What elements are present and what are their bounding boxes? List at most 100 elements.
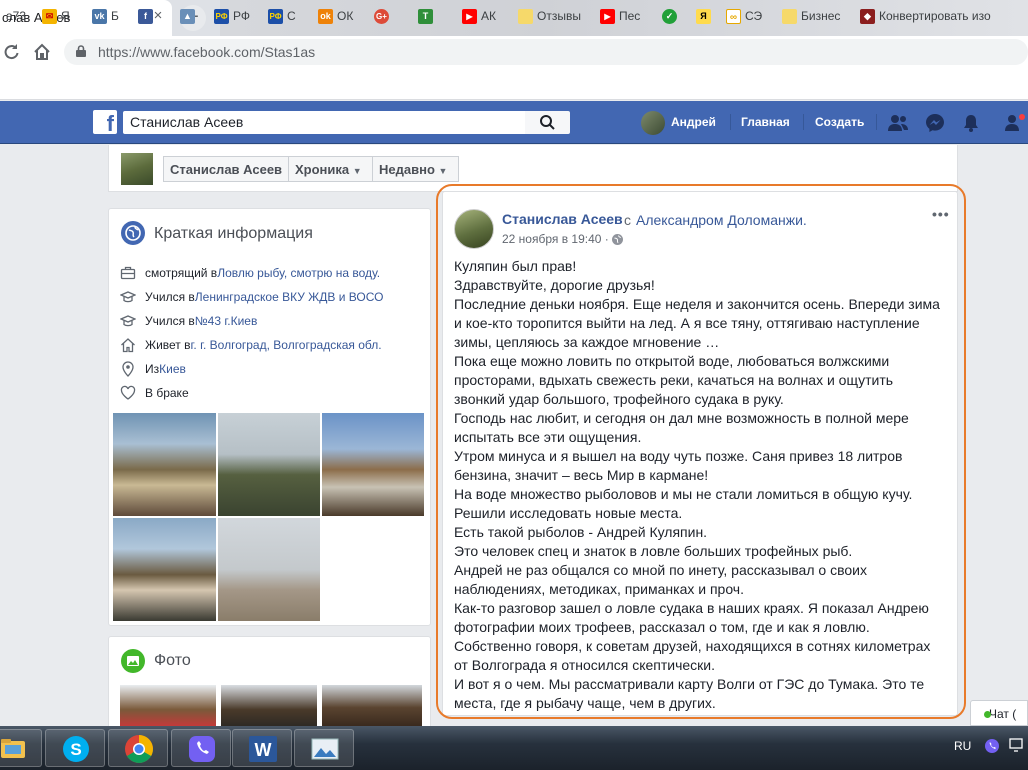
bookmark-item[interactable]: РФ РФ: [214, 8, 250, 24]
bookmark-item[interactable]: ▶ Пес: [600, 8, 640, 24]
briefcase-icon: [120, 266, 136, 280]
folder-icon: [782, 8, 797, 24]
city-link[interactable]: г. г. Волгоград, Волгоградская обл.: [191, 338, 382, 352]
word-button[interactable]: W: [232, 729, 292, 767]
featured-photo[interactable]: [218, 518, 320, 621]
work-link[interactable]: Ловлю рыбу, смотрю на воду.: [217, 266, 380, 280]
bookmark-item[interactable]: а73: [6, 8, 26, 24]
divider: [803, 114, 804, 130]
chevron-down-icon: ▼: [352, 166, 362, 176]
breadcrumb-profile-name[interactable]: Станислав Асеев: [163, 156, 289, 182]
word-icon: W: [249, 736, 277, 762]
bookmark-item[interactable]: Я: [696, 8, 711, 24]
folder-icon: [518, 8, 533, 24]
intro-row-education: Учился в Ленинградское ВКУ ЖДВ и ВОСО: [120, 288, 383, 306]
photo-icon: [121, 649, 145, 673]
network-tray-icon[interactable]: [1008, 736, 1026, 757]
youtube-icon: ▶: [462, 8, 477, 24]
photos-title: Фото: [154, 652, 191, 669]
bookmark-item[interactable]: ▲: [180, 8, 195, 24]
photo-thumbnail[interactable]: [221, 685, 317, 726]
bookmark-item[interactable]: Отзывы: [518, 8, 581, 24]
education-link[interactable]: №43 г.Киев: [195, 314, 258, 328]
folder-icon: [1, 739, 25, 758]
search-input[interactable]: Станислав Асеев: [123, 111, 525, 134]
t-icon: T: [418, 8, 433, 24]
ship-icon: ▲: [180, 8, 195, 24]
search-button[interactable]: [525, 111, 570, 134]
featured-photo[interactable]: [113, 518, 216, 621]
chat-label: Чат (: [989, 707, 1017, 721]
bookmark-item[interactable]: vk Б: [92, 8, 119, 24]
vk-icon: vk: [92, 8, 107, 24]
bookmark-item[interactable]: ◆ Конвертировать изо: [860, 8, 991, 24]
divider: [876, 114, 877, 130]
chrome-icon: [125, 735, 153, 763]
create-link[interactable]: Создать: [815, 115, 864, 129]
home-link[interactable]: Главная: [741, 115, 790, 129]
language-indicator[interactable]: RU: [954, 739, 971, 753]
mail-icon: ✉: [42, 8, 57, 24]
sber-icon: ✓: [662, 8, 677, 24]
bookmark-item[interactable]: G+: [374, 8, 389, 24]
intro-title: Краткая информация: [154, 225, 313, 242]
chevron-down-icon: ▼: [438, 166, 448, 176]
google-plus-icon: G+: [374, 8, 389, 24]
user-name-link[interactable]: Андрей: [671, 115, 716, 129]
intro-row-work: смотрящий в Ловлю рыбу, смотрю на воду.: [120, 264, 380, 282]
file-explorer-button[interactable]: [0, 729, 42, 767]
bookmark-item[interactable]: ok ОК: [318, 8, 353, 24]
bookmark-item[interactable]: РФ С: [268, 8, 296, 24]
breadcrumb-recent[interactable]: Недавно ▼: [372, 156, 459, 182]
intro-row-from: Из Киев: [120, 360, 186, 378]
shield-icon: ◆: [860, 8, 875, 24]
bookmark-item[interactable]: ✉ Я: [42, 8, 70, 24]
intro-row-relationship: В браке: [120, 384, 189, 402]
photo-thumbnail[interactable]: [120, 685, 216, 726]
skype-button[interactable]: S: [45, 729, 105, 767]
viber-tray-icon[interactable]: [984, 738, 1000, 757]
globe-icon: [121, 221, 145, 245]
svg-text:S: S: [70, 740, 81, 759]
bookmark-item[interactable]: f: [138, 8, 153, 24]
profile-thumbnail[interactable]: [121, 153, 153, 185]
user-avatar[interactable]: [641, 111, 665, 135]
bookmark-item[interactable]: ✓: [662, 8, 677, 24]
photo-viewer-button[interactable]: [294, 729, 354, 767]
featured-photo[interactable]: [113, 413, 216, 516]
bookmark-item[interactable]: Бизнес: [782, 8, 840, 24]
address-bar[interactable]: https://www.facebook.com/Stas1as: [64, 39, 1028, 65]
featured-photo[interactable]: [218, 413, 320, 516]
friend-requests-icon[interactable]: [887, 113, 909, 136]
youtube-icon: ▶: [600, 8, 615, 24]
home-icon[interactable]: [32, 42, 52, 62]
ok-icon: ok: [318, 8, 333, 24]
featured-photo[interactable]: [322, 413, 424, 516]
facebook-logo-icon[interactable]: f: [93, 110, 117, 134]
intro-row-education: Учился в №43 г.Киев: [120, 312, 257, 330]
rf-icon: РФ: [268, 8, 283, 24]
messenger-icon[interactable]: [925, 113, 945, 136]
online-status-dot: [984, 711, 991, 718]
facebook-icon: f: [138, 8, 153, 24]
reload-icon[interactable]: [2, 43, 20, 61]
bookmark-item[interactable]: T: [418, 8, 433, 24]
bookmark-item[interactable]: ∞ СЭ: [726, 8, 762, 24]
breadcrumb-timeline[interactable]: Хроника ▼: [288, 156, 373, 182]
chrome-button[interactable]: [108, 729, 168, 767]
notifications-icon[interactable]: [961, 113, 981, 136]
link-icon: ∞: [726, 8, 741, 24]
chat-tab[interactable]: Чат (: [970, 700, 1028, 726]
lock-icon[interactable]: [76, 45, 86, 57]
quick-help-icon[interactable]: [1004, 113, 1026, 136]
viber-icon: [189, 736, 215, 762]
photo-viewer-icon: [311, 738, 339, 760]
annotation-highlight-frame: [436, 184, 966, 719]
education-link[interactable]: Ленинградское ВКУ ЖДВ и ВОСО: [195, 290, 384, 304]
photo-thumbnail[interactable]: [322, 685, 422, 726]
hometown-link[interactable]: Киев: [159, 362, 186, 376]
graduation-cap-icon: [120, 291, 136, 303]
viber-button[interactable]: [171, 729, 231, 767]
map-pin-icon: [122, 361, 134, 377]
bookmark-item[interactable]: ▶ АК: [462, 8, 496, 24]
